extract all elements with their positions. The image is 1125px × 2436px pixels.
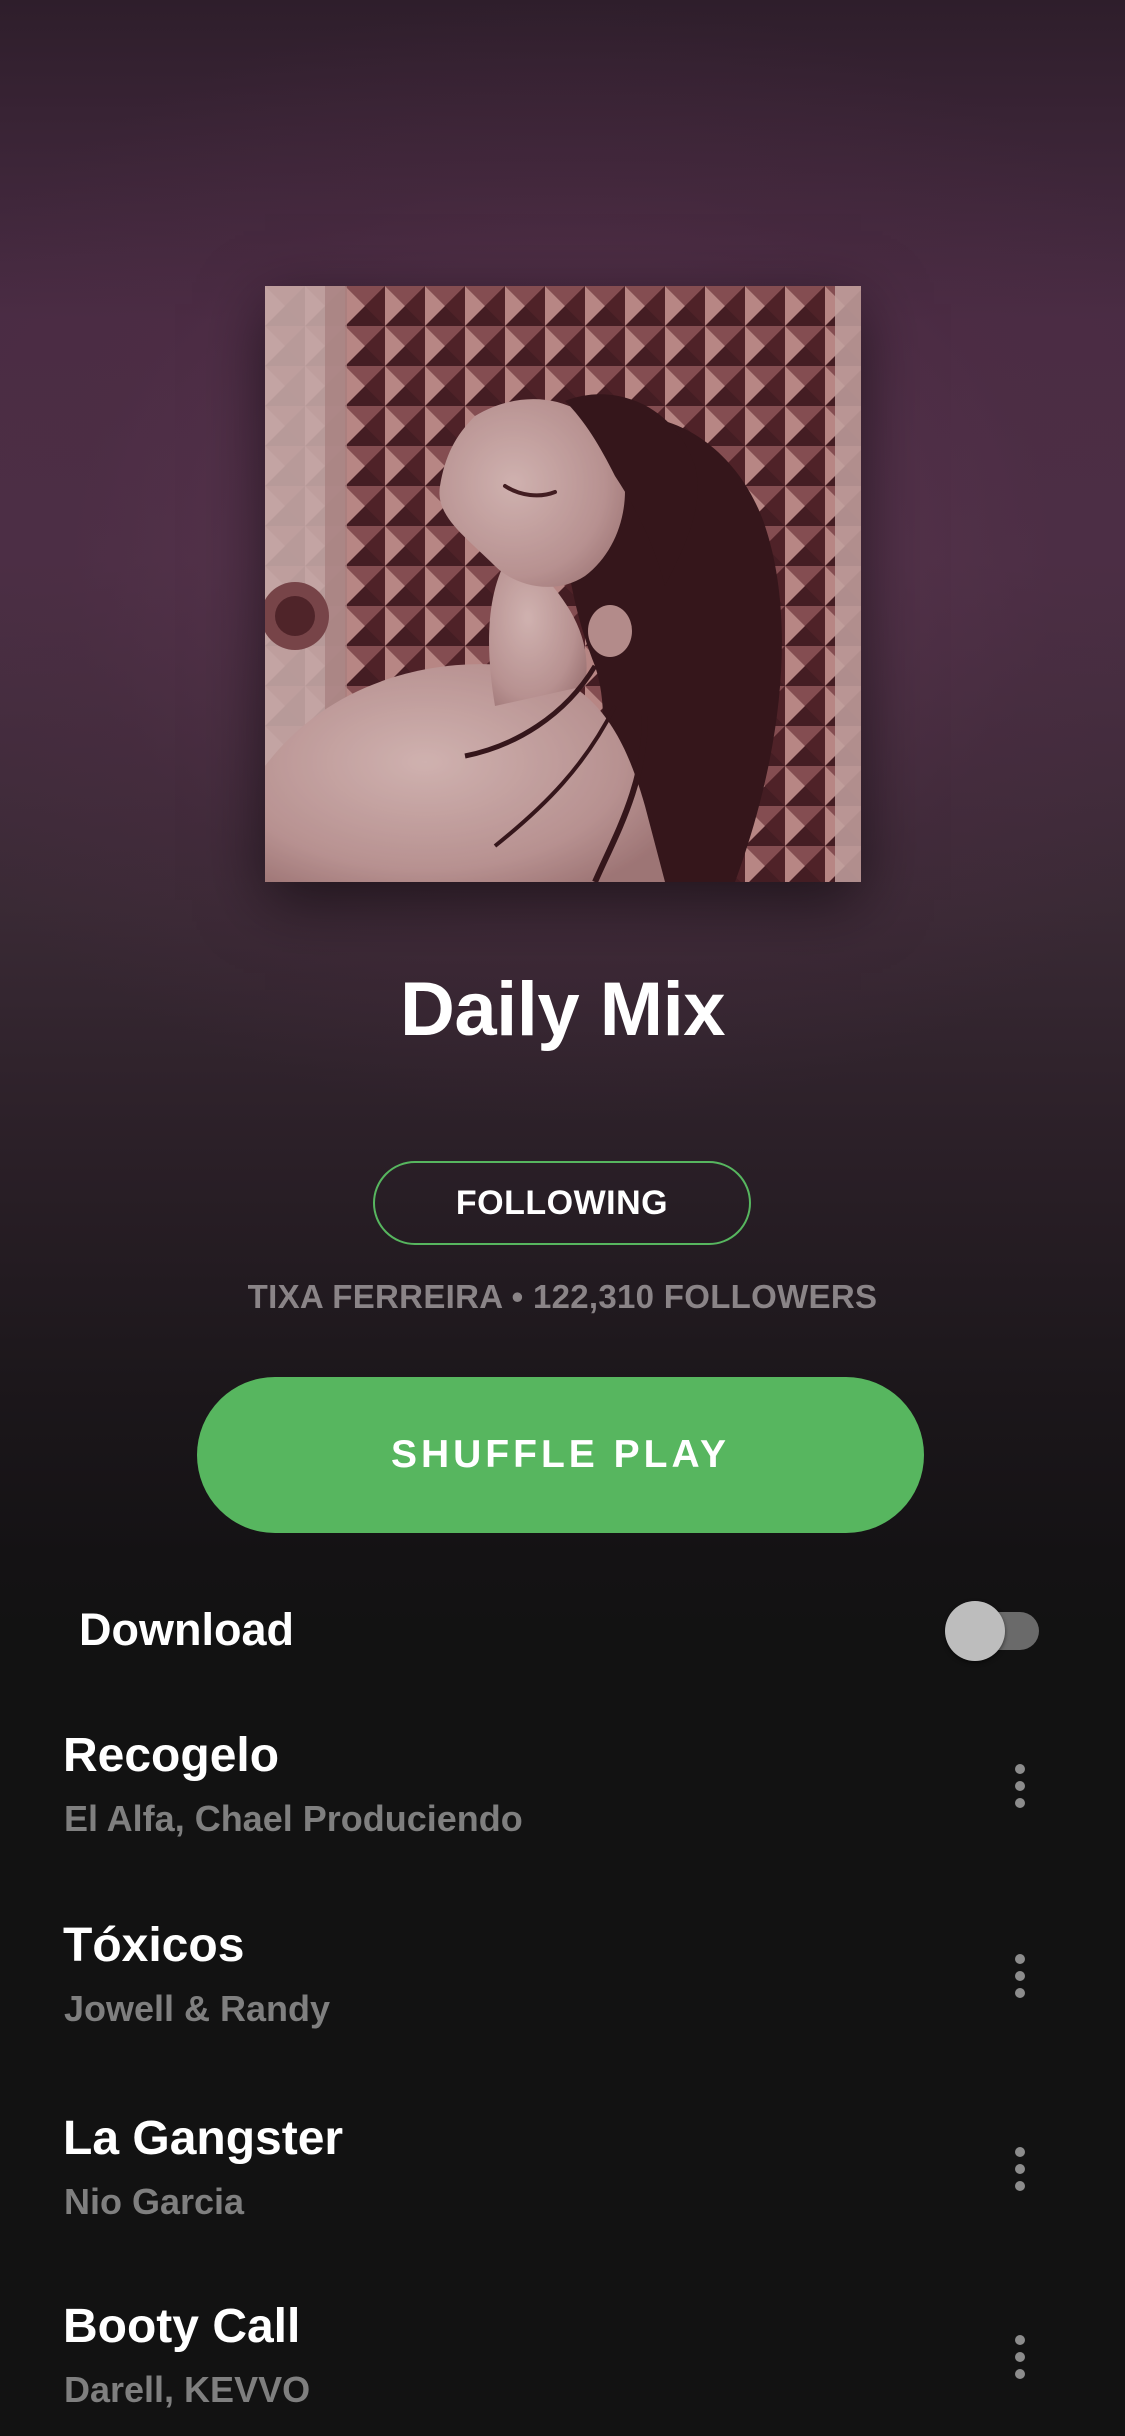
playlist-cover-image [265, 286, 861, 882]
download-toggle[interactable] [945, 1598, 1041, 1661]
download-label: Download [79, 1604, 294, 1655]
follower-count: 122,310 FOLLOWERS [532, 1278, 878, 1315]
shuffle-play-button[interactable]: SHUFFLE PLAY [197, 1377, 924, 1533]
meta-separator: • [511, 1278, 524, 1315]
playlist-meta: TIXA FERREIRA • 122,310 FOLLOWERS [0, 1278, 1125, 1316]
track-title: Booty Call [63, 2300, 301, 2353]
track-artist: Jowell & Randy [64, 1988, 331, 2029]
track-title: La Gangster [63, 2112, 344, 2165]
track-artist: Darell, KEVVO [64, 2369, 311, 2410]
track-artist: Nio Garcia [64, 2181, 245, 2222]
track-row[interactable]: Booty Call Darell, KEVVO [0, 2299, 1125, 2436]
more-vertical-icon[interactable] [1000, 1744, 1040, 1824]
track-title: Tóxicos [63, 1919, 245, 1972]
track-row[interactable]: Tóxicos Jowell & Randy [0, 1918, 1125, 2068]
track-title: Recogelo [63, 1729, 280, 1782]
more-vertical-icon[interactable] [1000, 1934, 1040, 2014]
following-button[interactable]: FOLLOWING [373, 1161, 751, 1245]
download-row: Download [0, 1590, 1125, 1670]
playlist-title: Daily Mix [400, 967, 725, 1052]
track-artist: El Alfa, Chael Produciendo [64, 1798, 523, 1839]
playlist-owner: TIXA FERREIRA [247, 1278, 503, 1315]
track-row[interactable]: Recogelo El Alfa, Chael Produciendo [0, 1728, 1125, 1878]
more-vertical-icon[interactable] [1000, 2127, 1040, 2207]
track-row[interactable]: La Gangster Nio Garcia [0, 2111, 1125, 2261]
more-vertical-icon[interactable] [1000, 2315, 1040, 2395]
playlist-screen: Daily Mix FOLLOWING TIXA FERREIRA • 122,… [0, 0, 1125, 2436]
toggle-knob [945, 1601, 1005, 1661]
